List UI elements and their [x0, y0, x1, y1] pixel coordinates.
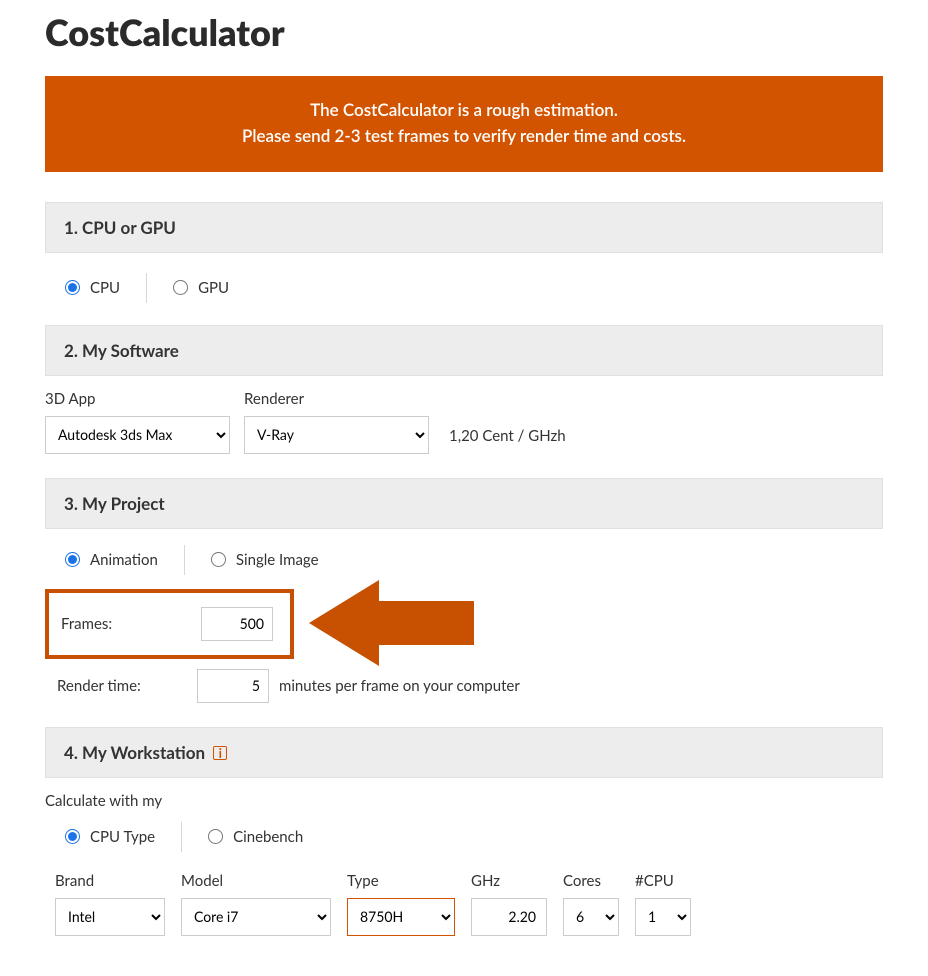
price-text: 1,20 Cent / GHzh — [449, 427, 566, 454]
ghz-label: GHz — [471, 872, 547, 890]
banner-line-1: The CostCalculator is a rough estimation… — [65, 97, 863, 123]
info-banner: The CostCalculator is a rough estimation… — [45, 76, 883, 172]
highlight-arrow-icon — [309, 577, 479, 669]
type-label: Type — [347, 872, 455, 890]
animation-radio-label: Animation — [90, 551, 158, 569]
app-select[interactable]: Autodesk 3ds Max — [45, 416, 230, 454]
model-select[interactable]: Core i7 — [181, 898, 331, 936]
single-image-radio-option[interactable]: Single Image — [211, 551, 319, 569]
rendertime-label: Render time: — [57, 677, 197, 695]
cputype-radio-option[interactable]: CPU Type — [65, 828, 155, 846]
model-label: Model — [181, 872, 331, 890]
ncpu-select[interactable]: 1 — [635, 898, 691, 936]
renderer-label: Renderer — [244, 390, 429, 408]
banner-line-2: Please send 2-3 test frames to verify re… — [65, 123, 863, 149]
frames-input[interactable] — [201, 607, 273, 641]
page-title: CostCalculator — [45, 10, 883, 54]
rendertime-hint: minutes per frame on your computer — [279, 677, 520, 695]
cinebench-radio-option[interactable]: Cinebench — [208, 828, 303, 846]
gpu-radio-label: GPU — [198, 279, 229, 297]
cputype-radio-label: CPU Type — [90, 828, 155, 846]
cpu-radio-option[interactable]: CPU — [65, 279, 120, 297]
cpu-radio-label: CPU — [90, 279, 120, 297]
single-image-radio-label: Single Image — [236, 551, 319, 569]
frames-row: Frames: — [45, 589, 294, 659]
renderer-select[interactable]: V-Ray — [244, 416, 429, 454]
ncpu-label: #CPU — [635, 872, 691, 890]
rendertime-row: Render time: minutes per frame on your c… — [45, 665, 883, 709]
section-2-header: 2. My Software — [45, 325, 883, 376]
section-4-title: 4. My Workstation — [64, 742, 205, 763]
info-icon[interactable]: i — [213, 746, 227, 760]
gpu-radio[interactable] — [173, 280, 188, 295]
brand-label: Brand — [55, 872, 165, 890]
calculate-with-label: Calculate with my — [45, 792, 883, 810]
ghz-input[interactable] — [471, 898, 547, 936]
cinebench-radio-label: Cinebench — [233, 828, 303, 846]
section-1-header: 1. CPU or GPU — [45, 202, 883, 253]
divider — [184, 545, 185, 575]
brand-select[interactable]: Intel — [55, 898, 165, 936]
cpu-radio[interactable] — [65, 280, 80, 295]
animation-radio[interactable] — [65, 552, 80, 567]
single-image-radio[interactable] — [211, 552, 226, 567]
divider — [146, 273, 147, 303]
section-3-header: 3. My Project — [45, 478, 883, 529]
type-select[interactable]: 8750H — [347, 898, 455, 936]
app-label: 3D App — [45, 390, 230, 408]
cinebench-radio[interactable] — [208, 829, 223, 844]
cores-select[interactable]: 6 — [563, 898, 619, 936]
divider — [181, 822, 182, 852]
frames-label: Frames: — [61, 615, 201, 633]
cores-label: Cores — [563, 872, 619, 890]
section-4-header: 4. My Workstation i — [45, 727, 883, 778]
rendertime-input[interactable] — [197, 669, 269, 703]
gpu-radio-option[interactable]: GPU — [173, 279, 229, 297]
animation-radio-option[interactable]: Animation — [65, 551, 158, 569]
cputype-radio[interactable] — [65, 829, 80, 844]
